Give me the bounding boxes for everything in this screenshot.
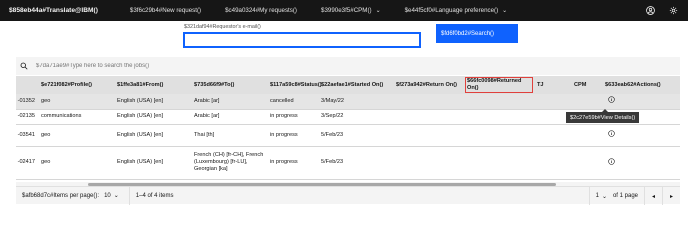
cell-to: Arabic [ar]: [191, 94, 267, 110]
cell-return-on: [393, 109, 464, 125]
cell-actions: [602, 94, 680, 110]
brand-title[interactable]: $858eb44a#Translate@IBM(): [9, 7, 98, 14]
cell-actions: [602, 146, 680, 180]
items-per-page-select[interactable]: 10 ⌄: [104, 192, 119, 200]
cell-return-on: [393, 94, 464, 110]
column-header-status[interactable]: $117a59c8#Status(): [267, 76, 322, 94]
cell-cpm: [571, 94, 602, 110]
nav-new-request[interactable]: $3f6c29b4#New request(): [118, 7, 213, 14]
nav-language-label: $e44f5cf0#Language preference(): [404, 7, 499, 14]
page-number-select[interactable]: 1 ⌄: [588, 187, 613, 205]
caret-right-icon: ▸: [669, 193, 673, 200]
nav-my-requests[interactable]: $c49a0324#My requests(): [213, 7, 309, 14]
chevron-down-icon: ⌄: [113, 193, 119, 199]
jobs-table: $e721f082#Profile() $1ffe3a81#From() $73…: [16, 76, 680, 187]
cell-returned-on: [464, 124, 534, 147]
cell-status: in progress: [267, 146, 318, 180]
items-range-text: 1–4 of 4 items: [128, 186, 173, 205]
cell-return-on: [393, 146, 464, 180]
chevron-down-icon: ⌄: [601, 193, 607, 200]
cell-actions: [602, 124, 680, 147]
cell-started-on: 3/Sep/22: [318, 109, 393, 125]
cell-id: 02135-: [16, 109, 38, 125]
nav-cpm-label: $3990e3f5#CPM(): [321, 7, 372, 14]
column-header-tj[interactable]: TJ: [534, 76, 571, 94]
pagination-bar: $afb68d7c#Items per page(): 10 ⌄ 1–4 of …: [16, 186, 680, 205]
cell-to: Thai [th]: [191, 124, 267, 147]
requestor-email-input[interactable]: [183, 32, 421, 48]
view-details-tooltip: $2c27e59b#View Details(): [566, 109, 640, 123]
column-header-actions: $633eab62#Actions(): [602, 76, 680, 94]
chevron-down-icon: ⌄: [502, 8, 508, 14]
table-search-input[interactable]: [34, 62, 434, 70]
table-row[interactable]: 01352- geo English (USA) [en] Arabic [ar…: [16, 94, 680, 110]
cell-profile: geo: [38, 124, 114, 147]
settings-icon[interactable]: [668, 6, 678, 16]
items-per-page-label: $afb68d7c#Items per page():: [22, 192, 100, 199]
header-actions: [645, 0, 678, 21]
info-icon[interactable]: [608, 130, 616, 138]
cell-status: in progress: [267, 124, 318, 147]
info-icon[interactable]: [608, 157, 616, 166]
cell-returned-on: [464, 94, 534, 110]
previous-page-button[interactable]: ◂: [644, 187, 662, 205]
cell-tj: [534, 124, 571, 147]
caret-left-icon: ◂: [651, 193, 655, 200]
column-header-to[interactable]: $735d66f9#To(): [191, 76, 267, 94]
cell-from: English (USA) [en]: [114, 94, 191, 110]
table-header-row: $e721f082#Profile() $1ffe3a81#From() $73…: [16, 76, 680, 94]
nav-language-preference-menu[interactable]: $e44f5cf0#Language preference() ⌄: [393, 7, 520, 14]
page-count-text: of 1 page: [612, 193, 638, 199]
cell-profile: geo: [38, 94, 114, 110]
cell-returned-on: [464, 109, 534, 125]
chevron-down-icon: ⌄: [375, 8, 381, 14]
items-per-page-value: 10: [104, 192, 111, 199]
cell-status: in progress: [267, 109, 318, 125]
table-row[interactable]: 02417- geo English (USA) [en] French (CH…: [16, 146, 680, 180]
cell-status: cancelled: [267, 94, 318, 110]
nav-cpm-menu[interactable]: $3990e3f5#CPM() ⌄: [309, 7, 393, 14]
column-header-return-on[interactable]: $f273a942#Return On(): [393, 76, 464, 94]
cell-cpm: [571, 124, 602, 147]
cell-to: French (CH) [fr-CH], French (Luxembourg)…: [191, 146, 267, 180]
search-button[interactable]: $fd6f0bd2#Search(): [436, 24, 518, 43]
page-number-value: 1: [595, 193, 599, 199]
next-page-button[interactable]: ▸: [662, 187, 680, 205]
cell-started-on: 5/Feb/23: [318, 124, 393, 147]
cell-started-on: 5/Feb/23: [318, 146, 393, 180]
requestor-email-label: $321daf94#Requestor's e-mail(): [184, 24, 261, 30]
info-icon[interactable]: [608, 96, 616, 104]
column-header-from[interactable]: $1ffe3a81#From(): [114, 76, 191, 94]
cell-returned-on: [464, 146, 534, 180]
user-icon[interactable]: [645, 6, 655, 16]
cell-profile: geo: [38, 146, 114, 180]
cell-tj: [534, 146, 571, 180]
page-controls: 1 ⌄ of 1 page ◂ ▸: [588, 187, 680, 205]
top-navigation-bar: $858eb44a#Translate@IBM() $3f6c29b4#New …: [0, 0, 688, 21]
cell-return-on: [393, 124, 464, 147]
cell-tj: [534, 94, 571, 110]
cell-id: 01352-: [16, 94, 38, 110]
cell-started-on: 3/May/22: [318, 94, 393, 110]
cell-id: 02417-: [16, 146, 38, 180]
column-header-id: [16, 76, 38, 94]
column-header-profile[interactable]: $e721f082#Profile(): [38, 76, 114, 94]
cell-to: Arabic [ar]: [191, 109, 267, 125]
search-icon: [20, 61, 30, 71]
cell-id: 03541-: [16, 124, 38, 147]
cell-from: English (USA) [en]: [114, 109, 191, 125]
column-header-cpm[interactable]: CPM: [571, 76, 602, 94]
table-search-bar: [16, 57, 680, 75]
cell-profile: communications: [38, 109, 114, 125]
cell-cpm: [571, 146, 602, 180]
column-header-started-on[interactable]: $22aefae1#Started On(): [318, 76, 393, 94]
table-row[interactable]: 03541- geo English (USA) [en] Thai [th] …: [16, 124, 680, 147]
column-header-returned-on[interactable]: $66fc0098#Returned On(): [464, 76, 534, 94]
main-nav: $3f6c29b4#New request() $c49a0324#My req…: [118, 7, 519, 14]
cell-from: English (USA) [en]: [114, 146, 191, 180]
cell-from: English (USA) [en]: [114, 124, 191, 147]
